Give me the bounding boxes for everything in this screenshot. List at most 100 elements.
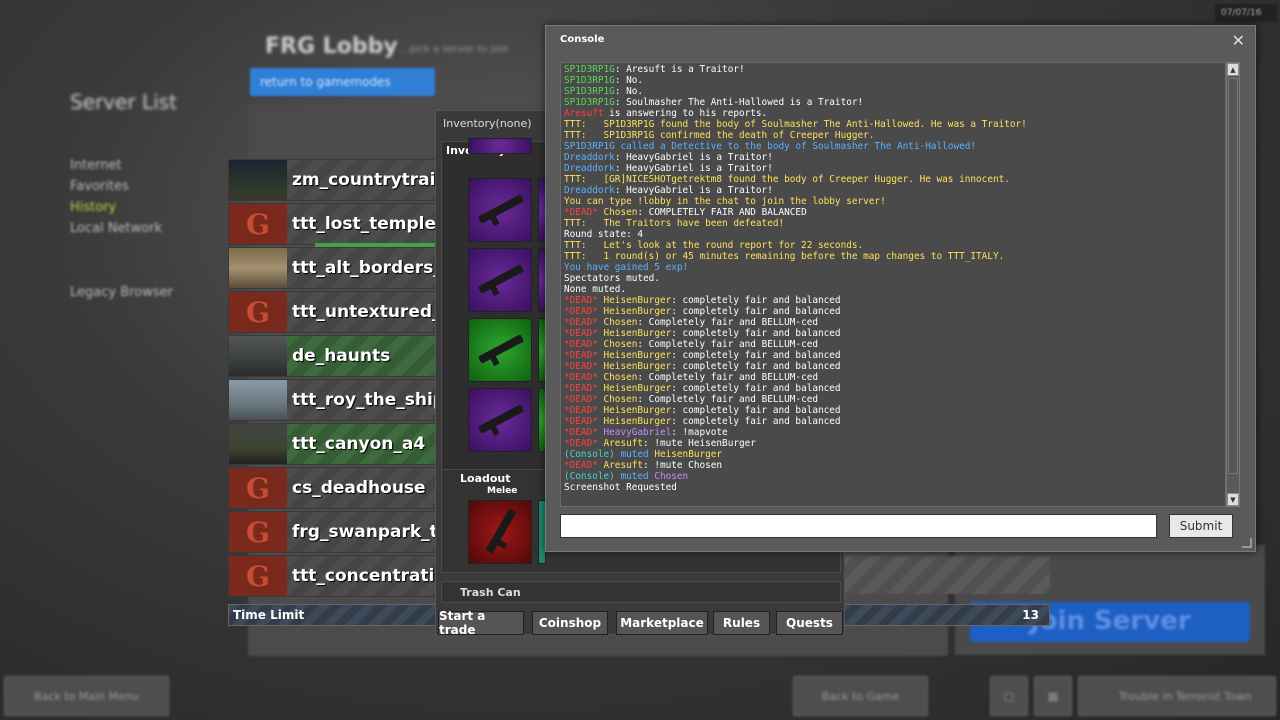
console-segment: TTT: SP1D3RP1G found the body of Soulmas… [564,119,1027,130]
nav-legacy-browser[interactable]: Legacy Browser [70,285,173,300]
close-icon[interactable]: ✕ [1232,31,1245,50]
nav-favorites[interactable]: Favorites [70,179,129,194]
inventory-slot[interactable] [468,178,532,242]
map-row[interactable]: G ttt_lost_temple_ [228,203,445,245]
console-line: Aresuft is answering to his reports. [561,108,1225,119]
console-segment: Chosen [603,394,638,405]
inventory-slot[interactable] [468,318,532,382]
scroll-up-icon[interactable]: ▲ [1227,63,1239,76]
map-thumbnail [229,160,287,200]
map-thumbnail: G [229,468,287,508]
quests-button[interactable]: Quests [776,611,843,635]
console-segment: HeisenBurger [603,383,672,394]
map-row[interactable]: ttt_canyon_a4 [228,423,440,465]
inventory-slot[interactable] [468,388,532,452]
console-line: Spectators muted. [561,273,1225,284]
console-segment: *DEAD* [564,350,604,361]
console-segment: : HeavyGabriel is a Traitor! [614,152,773,163]
map-name: ttt_roy_the_ship [292,390,445,410]
console-segment: TTT: [GR]NICESHOTgetrektm8 found the bod… [564,174,1010,185]
console-line: *DEAD* HeisenBurger: completely fair and… [561,361,1225,372]
console-segment: Aresuft [603,460,644,471]
coinshop-button[interactable]: Coinshop [532,611,608,635]
console-segment: Round state: 4 [564,229,644,240]
map-thumbnail [229,380,287,420]
console-segment: None muted. [564,284,627,295]
console-segment: : Aresuft is a Traitor! [614,64,745,75]
map-row[interactable]: zm_countrytrain [228,159,448,201]
console-line: You have gained 5 exp! [561,262,1225,273]
console-segment: Chosen [654,471,689,482]
console-line: (Console) muted Chosen [561,471,1225,482]
map-name: frg_swanpark_tt [292,522,446,542]
melee-slot[interactable] [468,500,532,564]
gamemode-button[interactable]: Trouble in Terrorist Town [1078,676,1276,716]
console-segment: *DEAD* [564,416,604,427]
nav-local-network[interactable]: Local Network [70,221,162,236]
map-row[interactable]: de_haunts [228,335,440,377]
resize-grip-icon[interactable] [1242,538,1252,548]
map-row[interactable]: G cs_deadhouse [228,467,440,509]
console-line: *DEAD* Chosen: Completely fair and BELLU… [561,372,1225,383]
console-line: *DEAD* HeisenBurger: completely fair and… [561,416,1225,427]
loadout-header: Loadout [460,472,511,485]
console-line: TTT: [GR]NICESHOTgetrektm8 found the bod… [561,174,1225,185]
rules-button[interactable]: Rules [713,611,770,635]
console-line: SP1D3RP1G: No. [561,86,1225,97]
lobby-subtitle: ...pick a server to join [400,44,509,55]
map-thumbnail: G [229,292,287,332]
marketplace-button[interactable]: Marketplace [616,611,708,635]
return-to-gamemodes-button[interactable]: return to gamemodes [250,68,435,96]
melee-label: Melee [487,486,518,496]
console-segment: HeavyGabriel [603,427,672,438]
flag-icon[interactable]: ▦ [1034,676,1072,716]
console-line: TTT: SP1D3RP1G confirmed the death of Cr… [561,130,1225,141]
trash-can[interactable]: Trash Can [441,581,841,603]
nav-internet[interactable]: Internet [70,158,122,173]
console-segment: *DEAD* [564,427,604,438]
console-segment: : completely fair and balanced [671,383,841,394]
console-line: (Console) muted HeisenBurger [561,449,1225,460]
controller-icon[interactable]: ▢ [990,676,1028,716]
console-segment: *DEAD* [564,460,604,471]
console-line: SP1D3RP1G called a Detective to the body… [561,141,1225,152]
console-segment: : completely fair and balanced [671,295,841,306]
console-segment: HeisenBurger [603,405,672,416]
console-line: TTT: 1 round(s) or 45 minutes remaining … [561,251,1225,262]
inventory-slot[interactable] [468,248,532,312]
nav-history[interactable]: History [70,200,116,215]
console-segment: is answering to his reports. [603,108,768,119]
console-segment: Screenshot Requested [564,482,677,493]
map-row[interactable]: ttt_roy_the_ship [228,379,445,421]
inventory-slot[interactable] [468,138,532,154]
console-segment: *DEAD* [564,317,604,328]
map-row[interactable]: G ttt_untextured_ [228,291,441,333]
map-row[interactable]: G frg_swanpark_tt [228,511,446,553]
console-segment: Spectators muted. [564,273,660,284]
back-to-game-button[interactable]: Back to Game [793,676,928,716]
rifle-icon [477,194,525,224]
console-scrollbar[interactable]: ▲ ▼ [1226,62,1240,507]
console-line: You can type !lobby in the chat to join … [561,196,1225,207]
submit-button[interactable]: Submit [1169,514,1233,538]
console-segment: Chosen [603,317,638,328]
time-limit-value: 13 [1022,608,1039,622]
map-name: zm_countrytrain [292,170,448,190]
scroll-thumb[interactable] [1228,78,1238,474]
console-segment: TTT: The Traitors have been defeated! [564,218,785,229]
console-segment: HeisenBurger [603,416,672,427]
map-row[interactable]: ttt_alt_borders_ [228,247,442,289]
console-segment: *DEAD* [564,339,604,350]
console-input[interactable] [560,514,1157,538]
console-segment: *DEAD* [564,295,604,306]
start-trade-button[interactable]: Start a trade [438,609,524,637]
back-to-main-menu-button[interactable]: Back to Main Menu [4,676,169,716]
console-segment: HeisenBurger [654,449,723,460]
console-segment: : Completely fair and BELLUM-ced [637,339,819,350]
console-line: *DEAD* HeisenBurger: completely fair and… [561,350,1225,361]
scroll-down-icon[interactable]: ▼ [1227,493,1239,506]
console-segment: : HeavyGabriel is a Traitor! [614,163,773,174]
console-segment: : !mute Chosen [643,460,723,471]
inventory-title: Inventory(none) [443,117,532,130]
map-row[interactable]: G ttt_concentratio [228,555,446,597]
